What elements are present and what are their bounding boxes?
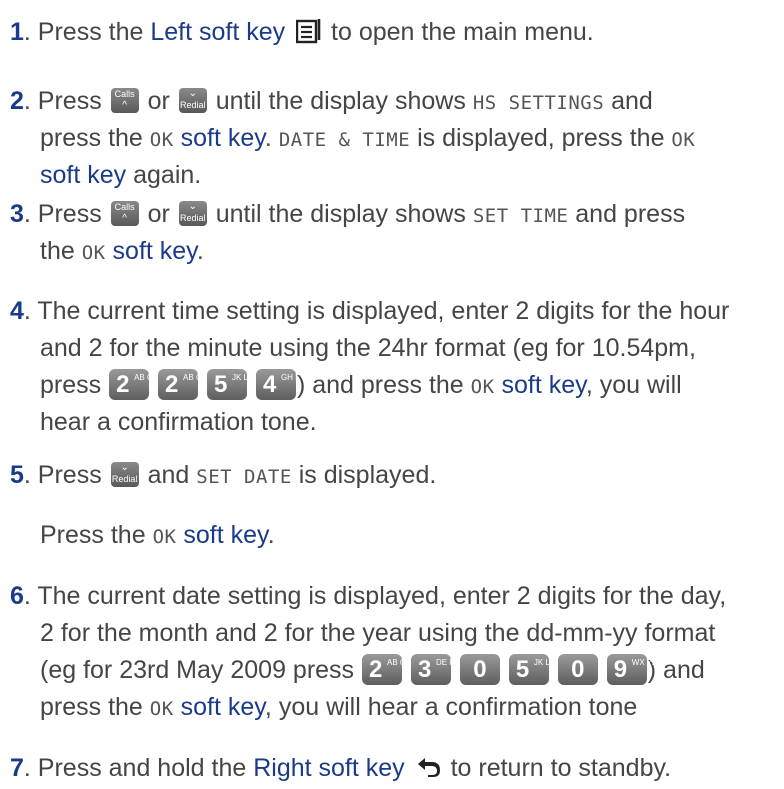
calls-key-icon: Calls ^	[110, 87, 139, 113]
step-number: 2	[10, 87, 24, 115]
step-number: 3	[10, 200, 24, 228]
keypad-key-icon: 2 AB C	[362, 653, 406, 685]
step-6: 6. The current date setting is displayed…	[10, 582, 727, 721]
redial-key-icon: ⌄ Redial	[178, 200, 207, 226]
lcd-text: HS SETTINGS	[472, 92, 605, 114]
step-number: 1	[10, 18, 24, 46]
step-number: 4	[10, 297, 24, 325]
menu-icon	[296, 19, 321, 44]
step-number: 6	[10, 582, 24, 610]
lcd-ok: OK	[149, 129, 174, 151]
step-1: 1. Press the Left soft key to open the m…	[10, 18, 594, 46]
back-arrow-icon	[417, 758, 440, 778]
keypad-key-icon: 0	[557, 653, 598, 685]
redial-key-icon: ⌄ Redial	[178, 87, 207, 113]
keypad-key-icon: 5 JK L	[207, 368, 248, 400]
keypad-key-icon: 2 AB C	[158, 368, 202, 400]
right-soft-key-label: Right soft key	[253, 754, 405, 782]
instruction-document: 1. Press the Left soft key to open the m…	[0, 0, 784, 789]
step-7: 7. Press and hold the Right soft key to …	[10, 754, 672, 782]
step-2: 2. Press Calls ^ or ⌄ Redial until the dis…	[10, 87, 696, 189]
lcd-text: SET TIME	[472, 205, 569, 227]
keypad-key-icon: 2 AB C	[109, 368, 153, 400]
lcd-ok: OK	[152, 526, 177, 548]
lcd-ok: OK	[81, 242, 106, 264]
step-3: 3. Press Calls ^ or ⌄ Redial until the dis…	[10, 200, 686, 265]
keypad-key-icon: 4 GH I	[255, 368, 297, 400]
calls-key-icon: Calls ^	[110, 200, 139, 226]
lcd-text: DATE & TIME	[278, 129, 411, 151]
lcd-ok: OK	[149, 698, 174, 720]
lcd-text: SET DATE	[196, 466, 292, 488]
keypad-key-icon: 9 WX YZ	[606, 653, 657, 685]
step-number: 7	[10, 754, 24, 782]
redial-key-icon: ⌄ Redial	[110, 461, 139, 487]
lcd-ok: OK	[470, 376, 495, 398]
keypad-key-icon: 3 DE F	[410, 653, 454, 685]
keypad-key-icon: 0	[459, 653, 500, 685]
step-5: 5. Press ⌄ Redial and SET DATE is display…	[10, 461, 437, 489]
lcd-ok: OK	[671, 129, 696, 151]
step-5-continued: Press the OK soft key.	[40, 521, 275, 549]
left-soft-key-label: Left soft key	[150, 18, 286, 46]
step-4: 4. The current time setting is displayed…	[10, 297, 730, 436]
keypad-key-icon: 5 JK L	[508, 653, 550, 685]
step-number: 5	[10, 461, 24, 489]
